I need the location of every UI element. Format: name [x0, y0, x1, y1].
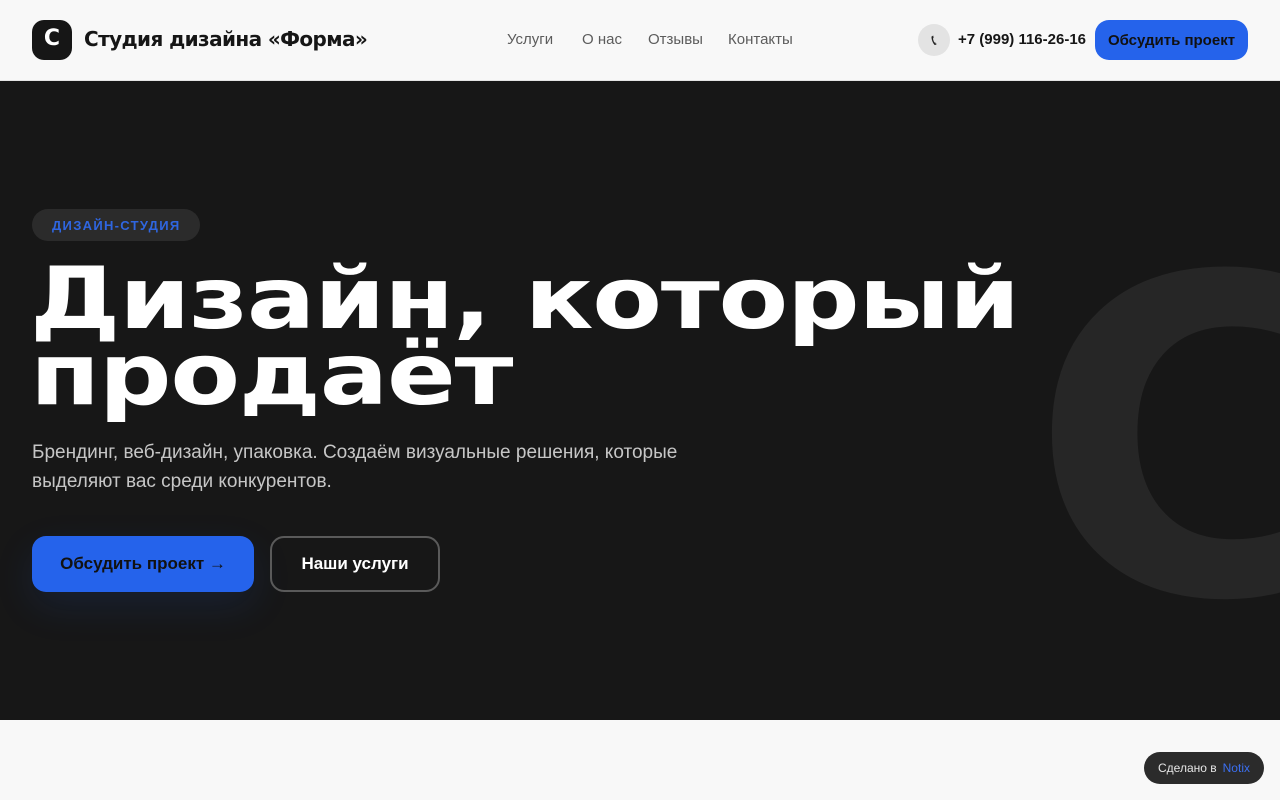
hero-headline: Дизайн, который продаёт: [30, 256, 1020, 418]
hero-discuss-project-button[interactable]: Обсудить проект →: [32, 536, 254, 592]
logo-glyph: С: [43, 26, 61, 51]
our-services-button[interactable]: Наши услуги: [270, 536, 440, 592]
hero-badge: ДИЗАЙН-СТУДИЯ: [32, 209, 201, 241]
background-logo-glyph: С: [1030, 185, 1280, 697]
nav-item-reviews[interactable]: Отзывы: [648, 31, 703, 48]
phone-number[interactable]: +7 (999) 116-26-16: [958, 31, 1086, 48]
made-with-badge[interactable]: Сделано в Notix: [1144, 752, 1264, 784]
phone-icon[interactable]: 📞︎: [918, 24, 950, 56]
hero-headline-line-2: продаёт: [30, 325, 513, 425]
made-with-prefix: Сделано в: [1158, 761, 1217, 775]
hero-section: С ДИЗАЙН-СТУДИЯ Дизайн, который продаёт …: [0, 81, 1280, 720]
hero-subtitle: Брендинг, веб-дизайн, упаковка. Создаём …: [32, 442, 678, 492]
nav-item-about[interactable]: О нас: [582, 31, 622, 48]
made-with-brand: Notix: [1222, 761, 1250, 775]
brand-name[interactable]: Студия дизайна «Форма»: [84, 27, 368, 51]
site-header: С Студия дизайна «Форма» Услуги О нас От…: [0, 0, 1280, 81]
discuss-project-button[interactable]: Обсудить проект: [1095, 20, 1248, 60]
nav-item-services[interactable]: Услуги: [507, 31, 553, 48]
nav-item-contacts[interactable]: Контакты: [728, 31, 793, 48]
logo-icon[interactable]: С: [32, 20, 72, 60]
